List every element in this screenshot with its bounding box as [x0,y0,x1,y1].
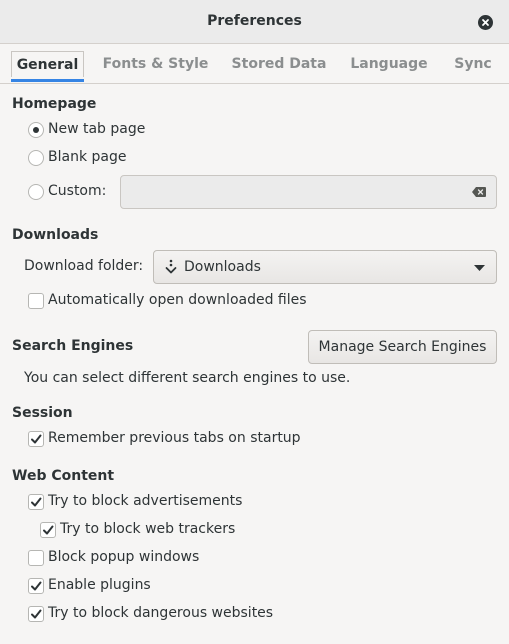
enable-plugins-label[interactable]: Enable plugins [48,577,151,593]
chevron-down-icon [474,265,485,271]
remember-tabs-checkbox[interactable] [28,431,44,447]
block-dangerous-checkbox[interactable] [28,606,44,622]
download-folder-icon [165,259,177,274]
checkmark-icon [31,609,42,619]
block-trackers-checkbox[interactable] [40,522,56,538]
remember-tabs-label[interactable]: Remember previous tabs on startup [48,430,301,446]
auto-open-label[interactable]: Automatically open downloaded files [48,292,307,308]
auto-open-checkbox[interactable] [28,293,44,309]
downloads-heading: Downloads [12,227,99,243]
enable-plugins-checkbox[interactable] [28,578,44,594]
new-tab-page-radio[interactable] [28,122,44,138]
title-bar: Preferences [0,0,509,44]
checkmark-icon [31,497,42,507]
download-folder-combo[interactable]: Downloads [153,250,497,284]
active-tab-indicator [11,79,84,82]
web-content-heading: Web Content [12,468,115,484]
search-engines-heading: Search Engines [12,338,134,354]
session-heading: Session [12,405,73,421]
custom-radio[interactable] [28,184,44,200]
search-engines-description: You can select different search engines … [24,370,351,386]
block-popups-label[interactable]: Block popup windows [48,549,199,565]
checkmark-icon [31,581,42,591]
clear-icon[interactable] [472,187,486,197]
block-ads-checkbox[interactable] [28,494,44,510]
tab-language[interactable]: Language [346,51,432,77]
blank-page-label[interactable]: Blank page [48,149,126,165]
close-button[interactable] [478,15,493,30]
manage-search-engines-button[interactable]: Manage Search Engines [308,330,497,364]
tab-fonts-style[interactable]: Fonts & Style [100,51,211,77]
custom-label[interactable]: Custom: [48,183,106,199]
new-tab-page-label[interactable]: New tab page [48,121,145,137]
checkmark-icon [43,525,54,535]
tab-stored-data[interactable]: Stored Data [228,51,330,77]
close-icon [482,19,489,26]
tab-sync[interactable]: Sync [448,51,498,77]
tab-bar: General Fonts & Style Stored Data Langua… [0,44,509,84]
block-dangerous-label[interactable]: Try to block dangerous websites [48,605,273,621]
window-title: Preferences [207,13,302,29]
custom-homepage-input[interactable] [120,175,497,209]
homepage-heading: Homepage [12,96,97,112]
block-trackers-label[interactable]: Try to block web trackers [60,521,235,537]
block-popups-checkbox[interactable] [28,550,44,566]
blank-page-radio[interactable] [28,150,44,166]
block-ads-label[interactable]: Try to block advertisements [48,493,242,509]
download-folder-value: Downloads [184,259,261,275]
tab-general[interactable]: General [11,51,84,77]
checkmark-icon [31,434,42,444]
download-folder-label: Download folder: [24,258,144,274]
